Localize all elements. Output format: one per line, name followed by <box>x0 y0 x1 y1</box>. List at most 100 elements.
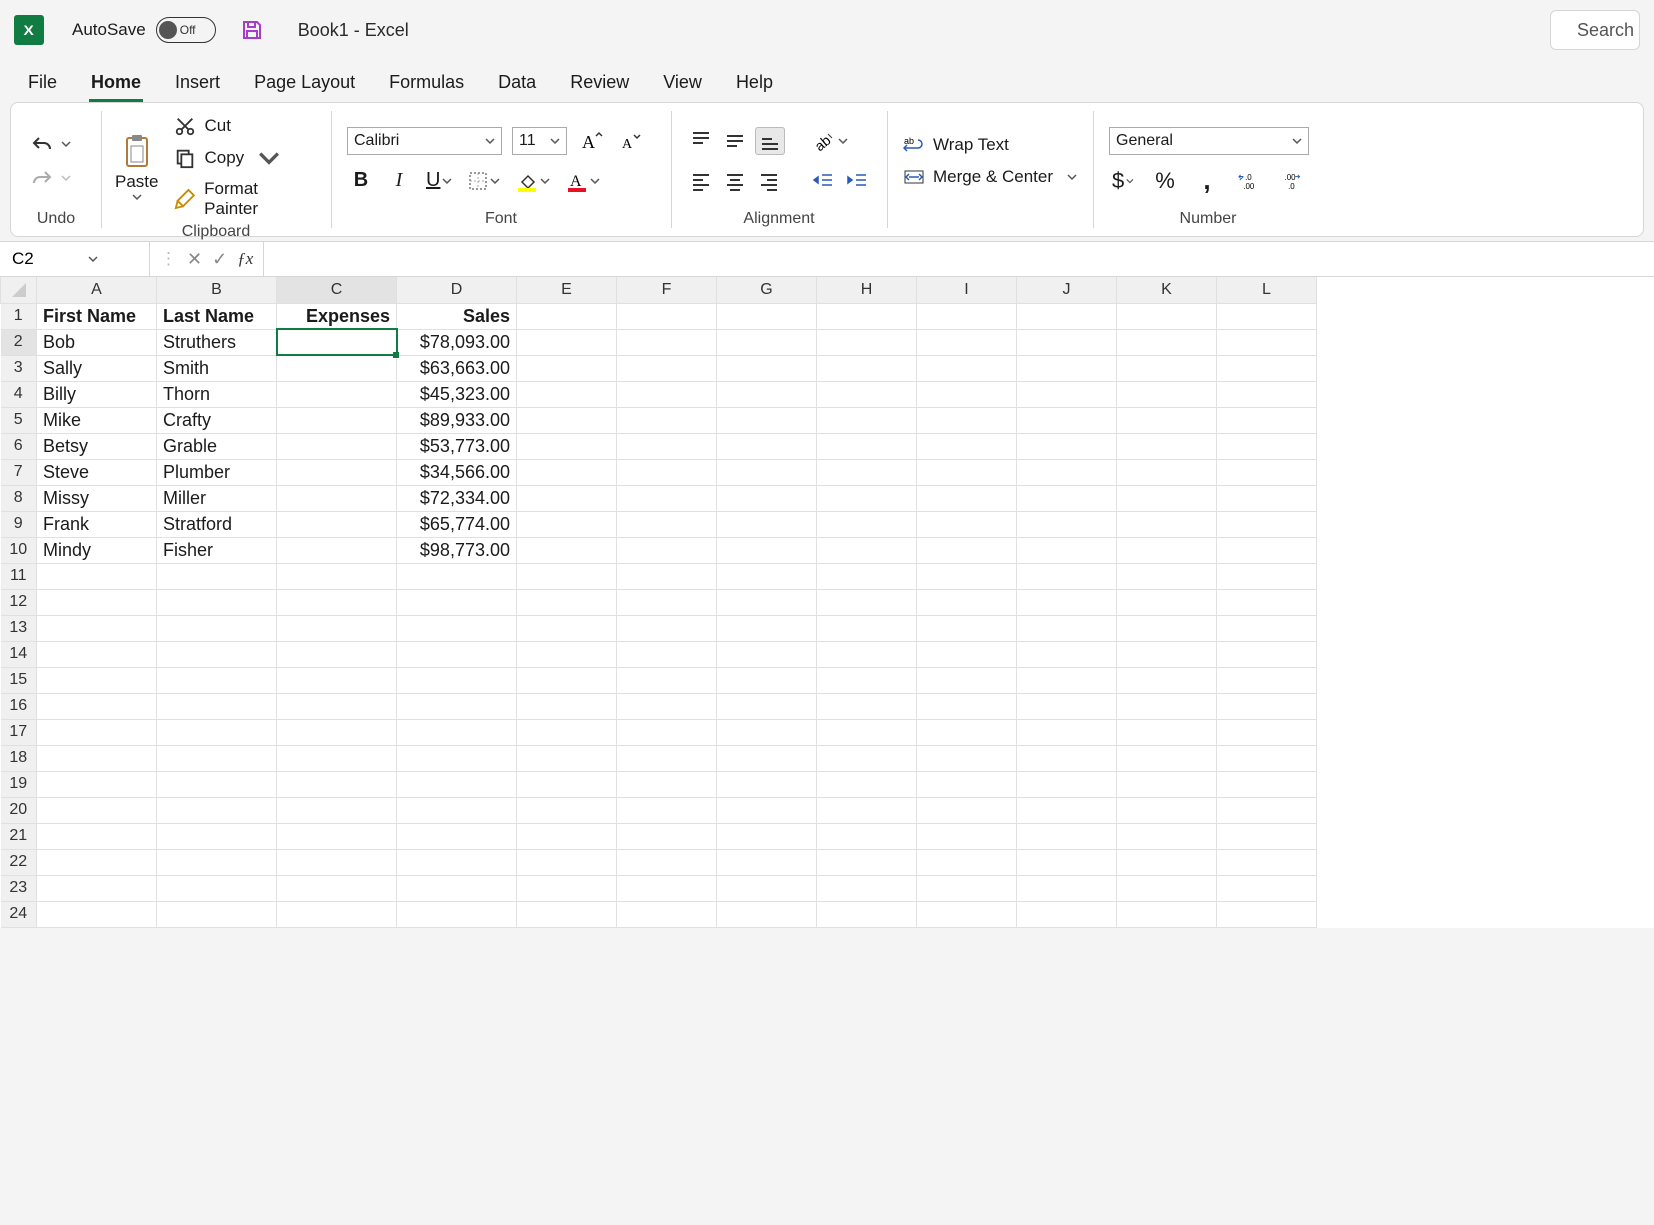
cell[interactable] <box>817 641 917 667</box>
cell[interactable] <box>517 433 617 459</box>
cell[interactable] <box>917 641 1017 667</box>
save-icon[interactable] <box>240 18 264 42</box>
cell[interactable] <box>277 537 397 563</box>
cell[interactable]: Mike <box>37 407 157 433</box>
chevron-down-icon[interactable] <box>88 254 98 264</box>
dots-icon[interactable]: ⋮ <box>160 249 177 269</box>
cell[interactable] <box>517 823 617 849</box>
align-center-button[interactable] <box>721 167 749 195</box>
cell[interactable] <box>817 745 917 771</box>
cell[interactable] <box>917 433 1017 459</box>
bold-button[interactable]: B <box>347 167 375 195</box>
tab-page-layout[interactable]: Page Layout <box>252 66 357 102</box>
cell[interactable] <box>1217 745 1317 771</box>
cell[interactable] <box>817 797 917 823</box>
cell[interactable] <box>517 875 617 901</box>
cell[interactable] <box>1117 381 1217 407</box>
cell[interactable]: $45,323.00 <box>397 381 517 407</box>
autosave-control[interactable]: AutoSave Off <box>72 17 216 43</box>
cell[interactable] <box>277 563 397 589</box>
worksheet-grid[interactable]: A B C D E F G H I J K L 1First NameLast … <box>0 277 1654 928</box>
underline-button[interactable]: U <box>423 167 455 195</box>
cell[interactable] <box>917 407 1017 433</box>
cell[interactable] <box>517 667 617 693</box>
cell[interactable] <box>1217 381 1317 407</box>
cell[interactable] <box>517 849 617 875</box>
cell[interactable]: Billy <box>37 381 157 407</box>
row-header[interactable]: 2 <box>1 329 37 355</box>
col-header-J[interactable]: J <box>1017 277 1117 303</box>
col-header-K[interactable]: K <box>1117 277 1217 303</box>
col-header-C[interactable]: C <box>277 277 397 303</box>
cell[interactable] <box>37 563 157 589</box>
cell[interactable] <box>1017 563 1117 589</box>
cell[interactable] <box>917 511 1017 537</box>
cell[interactable] <box>617 615 717 641</box>
cell[interactable] <box>617 407 717 433</box>
cell[interactable] <box>37 875 157 901</box>
cell[interactable] <box>717 901 817 927</box>
percent-format-button[interactable]: % <box>1151 167 1179 195</box>
cell[interactable] <box>1117 797 1217 823</box>
cell[interactable] <box>1117 589 1217 615</box>
format-painter-button[interactable]: Format Painter <box>172 177 317 221</box>
cell[interactable] <box>1217 667 1317 693</box>
cell[interactable] <box>1117 641 1217 667</box>
cell[interactable] <box>397 823 517 849</box>
cell[interactable] <box>817 849 917 875</box>
cell[interactable] <box>157 719 277 745</box>
cell[interactable]: $65,774.00 <box>397 511 517 537</box>
cell[interactable] <box>517 615 617 641</box>
cell[interactable] <box>277 901 397 927</box>
cell[interactable] <box>917 589 1017 615</box>
cell[interactable] <box>617 823 717 849</box>
cell[interactable] <box>277 407 397 433</box>
cell[interactable] <box>817 719 917 745</box>
cell[interactable] <box>1217 485 1317 511</box>
cell[interactable] <box>1117 563 1217 589</box>
accounting-format-button[interactable]: $ <box>1109 167 1137 195</box>
row-header[interactable]: 22 <box>1 849 37 875</box>
autosave-toggle[interactable]: Off <box>156 17 216 43</box>
cell[interactable] <box>517 589 617 615</box>
cell[interactable] <box>1117 667 1217 693</box>
tab-help[interactable]: Help <box>734 66 775 102</box>
cell[interactable] <box>37 667 157 693</box>
cell[interactable]: Grable <box>157 433 277 459</box>
cell[interactable] <box>37 641 157 667</box>
cell[interactable] <box>1217 511 1317 537</box>
font-size-combo[interactable]: 11 <box>512 127 567 155</box>
cell[interactable] <box>157 745 277 771</box>
cell[interactable] <box>917 329 1017 355</box>
cell[interactable] <box>1017 719 1117 745</box>
cell[interactable] <box>1017 693 1117 719</box>
comma-format-button[interactable]: , <box>1193 167 1221 195</box>
row-header[interactable]: 14 <box>1 641 37 667</box>
cell[interactable] <box>817 303 917 329</box>
cell[interactable] <box>917 797 1017 823</box>
cell[interactable]: Last Name <box>157 303 277 329</box>
cell[interactable] <box>37 771 157 797</box>
cell[interactable] <box>717 693 817 719</box>
cell[interactable] <box>617 537 717 563</box>
col-header-A[interactable]: A <box>37 277 157 303</box>
cell[interactable] <box>917 849 1017 875</box>
cell[interactable] <box>1217 537 1317 563</box>
cell[interactable] <box>1017 511 1117 537</box>
cell[interactable] <box>1017 771 1117 797</box>
cell[interactable]: Frank <box>37 511 157 537</box>
cell[interactable] <box>37 823 157 849</box>
cell[interactable] <box>1217 823 1317 849</box>
cell[interactable] <box>1117 485 1217 511</box>
cell[interactable] <box>157 667 277 693</box>
cell[interactable] <box>717 355 817 381</box>
cell[interactable]: Smith <box>157 355 277 381</box>
decrease-font-size-button[interactable]: A <box>617 127 647 155</box>
cell[interactable] <box>157 797 277 823</box>
cell[interactable] <box>37 589 157 615</box>
cell[interactable] <box>1217 875 1317 901</box>
cell[interactable] <box>157 615 277 641</box>
cell[interactable] <box>277 875 397 901</box>
cell[interactable] <box>1017 641 1117 667</box>
cell[interactable] <box>917 563 1017 589</box>
